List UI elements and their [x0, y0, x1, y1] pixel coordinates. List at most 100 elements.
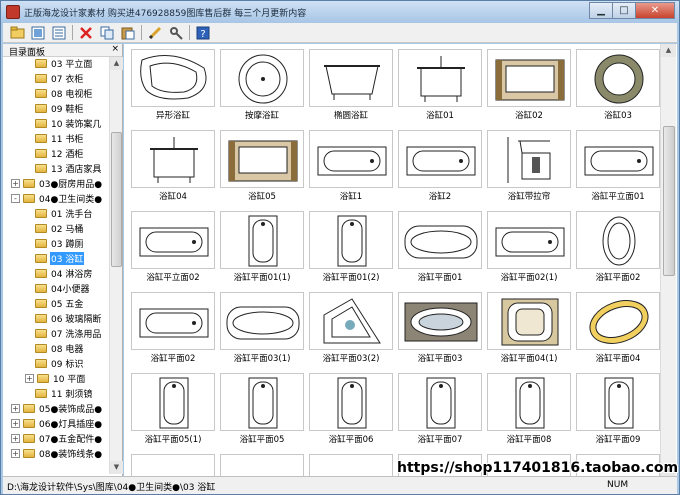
thumbnail-item[interactable]: 浴缸1 — [309, 130, 395, 202]
folder-icon — [35, 284, 47, 293]
thumbnail-item[interactable]: 浴缸2 — [398, 130, 484, 202]
scroll-down-icon[interactable]: ▼ — [110, 461, 123, 474]
tree-item[interactable]: 11 刺须镜 — [25, 387, 93, 400]
tree-item[interactable]: 09 鞋柜 — [25, 102, 84, 115]
tree-item[interactable]: 13 酒店家具 — [25, 162, 102, 175]
view-list-icon[interactable] — [51, 25, 67, 41]
scroll-up-icon[interactable]: ▲ — [661, 44, 676, 57]
expand-icon[interactable]: + — [11, 434, 20, 443]
thumbnail-item[interactable]: 浴缸平面01(1) — [220, 211, 306, 283]
tree-item[interactable]: 03 平立面 — [25, 57, 93, 70]
delete-icon[interactable] — [78, 25, 94, 41]
tree-item[interactable]: 04 淋浴房 — [25, 267, 93, 280]
tree-item-label: 08 电器 — [51, 345, 84, 355]
thumbnail-item[interactable]: 浴缸02 — [487, 49, 573, 121]
thumbnail-item[interactable]: 浴缸04 — [131, 130, 217, 202]
tree-scrollbar[interactable]: ▲ ▼ — [109, 57, 123, 474]
thumbnail-item[interactable]: 浴缸平面05 — [220, 373, 306, 445]
thumbnail-item[interactable] — [131, 454, 217, 476]
thumbnail-item[interactable]: 浴缸平面04(1) — [487, 292, 573, 364]
tree-item[interactable]: 10 装饰案几 — [25, 117, 102, 130]
thumbnail-item[interactable]: 浴缸01 — [398, 49, 484, 121]
tree-item[interactable]: 03 浴缸 — [25, 252, 85, 265]
tree-item[interactable]: +07●五金配件● — [11, 432, 103, 445]
tree-item[interactable]: 12 酒柜 — [25, 147, 84, 160]
folder-icon — [35, 119, 47, 128]
minimize-button[interactable]: ▁ — [589, 2, 613, 19]
expand-icon[interactable]: + — [11, 179, 20, 188]
tree-item[interactable]: 05 五金 — [25, 297, 84, 310]
thumbnail-item[interactable] — [220, 454, 306, 476]
tree-item[interactable]: 07 洗涤用品 — [25, 327, 102, 340]
thumbnail-item[interactable]: 浴缸平面09 — [576, 373, 660, 445]
gallery-scroll-thumb[interactable] — [663, 126, 675, 276]
tree-item[interactable]: 04小便器 — [25, 282, 90, 295]
tree-item[interactable]: 03 蹲厕 — [25, 237, 84, 250]
tree-item[interactable]: +03●厨房用品● — [11, 177, 103, 190]
gallery-scrollbar[interactable]: ▲ ▼ — [660, 44, 676, 476]
thumbnail-label: 浴缸1 — [339, 192, 363, 202]
scroll-up-icon[interactable]: ▲ — [110, 57, 123, 70]
maximize-button[interactable]: □ — [612, 2, 636, 19]
thumbnail-item[interactable]: 浴缸平面01 — [398, 211, 484, 283]
tree-item[interactable]: 02 马桶 — [25, 222, 84, 235]
tree-item[interactable]: 11 书柜 — [25, 132, 84, 145]
tools-icon[interactable] — [168, 25, 184, 41]
tree-item[interactable]: +10 平面 — [25, 372, 86, 385]
thumbnail-item[interactable]: 浴缸平面03 — [398, 292, 484, 364]
thumbnail-item[interactable]: 浴缸平立面01 — [576, 130, 660, 202]
expand-icon[interactable]: + — [25, 374, 34, 383]
draw-icon[interactable] — [147, 25, 163, 41]
thumbnail-item[interactable]: 浴缸平面03(2) — [309, 292, 395, 364]
thumbnail-item[interactable]: 浴缸平面06 — [309, 373, 395, 445]
tree-item[interactable]: 08 电器 — [25, 342, 84, 355]
copy-icon[interactable] — [99, 25, 115, 41]
folder-icon — [35, 74, 47, 83]
toolbar: ? — [3, 23, 677, 43]
help-icon[interactable]: ? — [195, 25, 211, 41]
thumbnail-item[interactable]: 浴缸03 — [576, 49, 660, 121]
title-bar[interactable]: 正版海龙设计家素材 购买进476928859图库售后群 每三个月更新内容 ▁ □… — [1, 1, 679, 23]
tree-item[interactable]: 06 玻璃隔断 — [25, 312, 102, 325]
tree-scroll-thumb[interactable] — [111, 132, 122, 267]
thumbnail-item[interactable] — [309, 454, 395, 476]
thumbnail-item[interactable]: 椭圆浴缸 — [309, 49, 395, 121]
thumbnail-item[interactable]: 浴缸平面08 — [487, 373, 573, 445]
folder-icon — [37, 374, 49, 383]
tree-item[interactable]: 09 标识 — [25, 357, 84, 370]
tree-item[interactable]: 01 洗手台 — [25, 207, 93, 220]
thumbnail-item[interactable]: 浴缸平面01(2) — [309, 211, 395, 283]
close-button[interactable]: ✕ — [635, 2, 675, 19]
thumbnail-item[interactable]: 浴缸平面07 — [398, 373, 484, 445]
expand-icon[interactable]: + — [11, 449, 20, 458]
thumbnail-item[interactable]: 异形浴缸 — [131, 49, 217, 121]
tree-item[interactable]: 07 衣柜 — [25, 72, 84, 85]
tree-item[interactable]: +06●灯具插座● — [11, 417, 103, 430]
expand-icon[interactable]: + — [11, 404, 20, 413]
thumbnail-item[interactable]: 按摩浴缸 — [220, 49, 306, 121]
thumbnail-item[interactable]: 浴缸平立面02 — [131, 211, 217, 283]
directory-tree: 03 平立面 07 衣柜 08 电视柜 09 鞋柜 10 装饰案几 11 书柜 12 酒柜 1… — [3, 57, 109, 474]
tree-item[interactable]: +08●装饰线条● — [11, 447, 103, 460]
paste-icon[interactable] — [120, 25, 136, 41]
thumbnail-image — [398, 49, 482, 107]
collapse-icon[interactable]: - — [11, 194, 20, 203]
thumbnail-label: 浴缸平面09 — [595, 435, 641, 445]
tree-item-label: 02 马桶 — [51, 225, 84, 235]
thumbnail-item[interactable]: 浴缸带拉帘 — [487, 130, 573, 202]
tree-item[interactable]: - 04●卫生间类● — [11, 192, 103, 205]
thumbnail-item[interactable]: 浴缸平面02 — [576, 211, 660, 283]
thumbnail-item[interactable]: 浴缸平面02(1) — [487, 211, 573, 283]
open-icon[interactable] — [9, 25, 25, 41]
panel-close-icon[interactable]: × — [111, 44, 119, 54]
tree-item[interactable]: +05●装饰成品● — [11, 402, 103, 415]
thumbnail-item[interactable]: 浴缸平面05(1) — [131, 373, 217, 445]
thumbnail-item[interactable]: 浴缸05 — [220, 130, 306, 202]
thumbnail-label: 浴缸平面06 — [328, 435, 374, 445]
thumbnail-item[interactable]: 浴缸平面04 — [576, 292, 660, 364]
thumbnail-item[interactable]: 浴缸平面02 — [131, 292, 217, 364]
expand-icon[interactable]: + — [11, 419, 20, 428]
view-large-icon[interactable] — [30, 25, 46, 41]
thumbnail-item[interactable]: 浴缸平面03(1) — [220, 292, 306, 364]
tree-item[interactable]: 08 电视柜 — [25, 87, 93, 100]
